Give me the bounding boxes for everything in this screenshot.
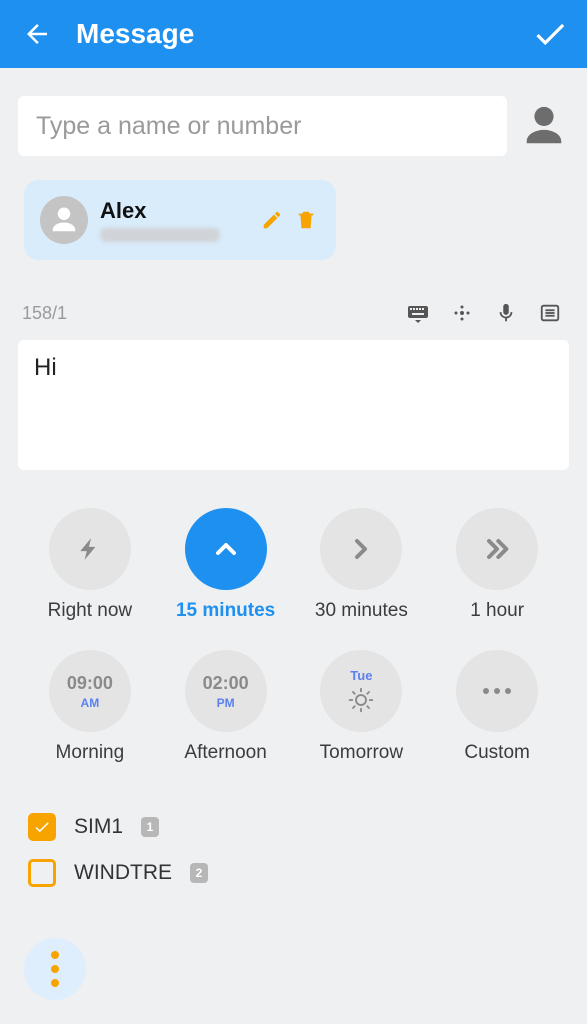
schedule-circle [456,508,538,590]
schedule-ampm: PM [217,696,235,710]
list-icon [539,302,561,324]
schedule-option-15m[interactable]: 15 minutes [158,508,294,622]
arrow-left-icon [22,19,52,49]
sim-option-2[interactable]: WINDTRE 2 [28,850,563,896]
schedule-circle [320,508,402,590]
keyboard-icon [406,301,430,325]
schedule-label: Afternoon [184,742,266,764]
compose-toolbar: 158/1 [0,260,587,334]
schedule-label: 15 minutes [176,600,275,622]
keyboard-button[interactable] [403,298,433,328]
pencil-icon [261,209,283,231]
sim-badge: 1 [141,817,159,837]
sim-option-1[interactable]: SIM1 1 [28,804,563,850]
checkbox [28,813,56,841]
person-icon [521,103,567,149]
templates-button[interactable] [535,298,565,328]
dot-icon [51,979,59,987]
schedule-option-afternoon[interactable]: 02:00 PM Afternoon [158,650,294,764]
page-title: Message [76,18,531,50]
schedule-option-1h[interactable]: 1 hour [429,508,565,622]
schedule-circle: 09:00 AM [49,650,131,732]
schedule-label: 30 minutes [315,600,408,622]
schedule-ampm: AM [81,696,100,710]
add-contact-button[interactable] [519,101,569,151]
more-options-button[interactable] [24,938,86,1000]
person-icon [49,205,79,235]
schedule-label: Right now [48,600,133,622]
sim-list: SIM1 1 WINDTRE 2 [0,764,587,896]
schedule-label: Tomorrow [320,742,403,764]
schedule-grid: Right now 15 minutes 30 minutes 1 hour 0… [0,470,587,764]
schedule-circle: Tue [320,650,402,732]
sim-badge: 2 [190,863,208,883]
schedule-time: 02:00 [203,673,249,694]
recipient-row [0,68,587,162]
edit-contact-button[interactable] [258,206,286,234]
schedule-option-tomorrow[interactable]: Tue Tomorrow [294,650,430,764]
char-counter: 158/1 [22,303,389,324]
schedule-label: Custom [464,742,529,764]
schedule-day: Tue [350,668,372,683]
schedule-option-now[interactable]: Right now [22,508,158,622]
schedule-circle [185,508,267,590]
schedule-option-morning[interactable]: 09:00 AM Morning [22,650,158,764]
schedule-option-custom[interactable]: Custom [429,650,565,764]
sim-label: SIM1 [74,815,123,839]
check-icon [33,818,51,836]
dot-icon [51,965,59,973]
back-button[interactable] [18,15,56,53]
recipient-field-wrap [18,96,507,156]
avatar [40,196,88,244]
recipient-input[interactable] [34,111,491,142]
checkbox [28,859,56,887]
schedule-circle [456,650,538,732]
contact-name: Alex [100,198,252,224]
sim-label: WINDTRE [74,861,172,885]
voice-button[interactable] [491,298,521,328]
confirm-button[interactable] [531,15,569,53]
schedule-circle: 02:00 PM [185,650,267,732]
trash-icon [295,209,317,231]
schedule-time: 09:00 [67,673,113,694]
contact-number-redacted [100,228,220,242]
schedule-label: Morning [56,742,125,764]
microphone-icon [495,302,517,324]
schedule-circle [49,508,131,590]
dot-icon [51,951,59,959]
assistant-button[interactable] [447,298,477,328]
contact-chip-body: Alex [100,198,252,242]
schedule-label: 1 hour [470,600,524,622]
delete-contact-button[interactable] [292,206,320,234]
contact-chip: Alex [24,180,336,260]
check-icon [531,15,569,53]
message-input[interactable]: Hi [18,340,569,470]
assistant-icon [450,301,474,325]
schedule-option-30m[interactable]: 30 minutes [294,508,430,622]
app-header: Message [0,0,587,68]
